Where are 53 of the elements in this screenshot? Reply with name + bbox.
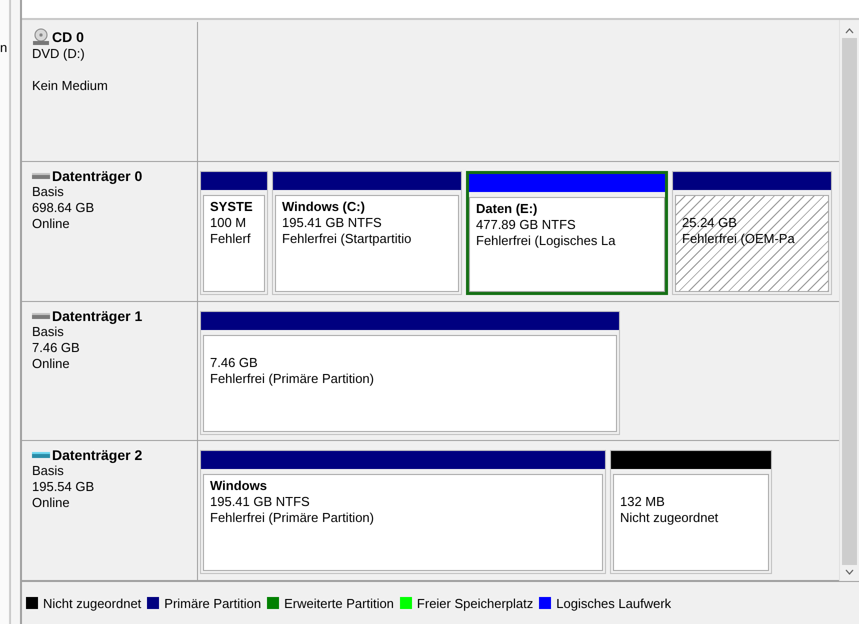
disk-info: Kein Medium — [32, 78, 109, 94]
partition[interactable]: 25.24 GB Fehlerfrei (OEM-Pa — [672, 170, 832, 295]
partition[interactable]: Windows 195.41 GB NTFS Fehlerfrei (Primäre Partition) — [200, 450, 606, 574]
disk-info: DVD (D:) — [32, 46, 86, 62]
disk-info: Online — [32, 216, 71, 232]
partition-status: Fehlerfrei (Logisches La — [476, 232, 616, 249]
disk-info: 195.54 GB — [32, 479, 96, 496]
partition-size: 100 M — [210, 214, 248, 231]
partition[interactable]: SYSTE 100 M Fehlerf — [200, 170, 268, 295]
legend-label: Freier Speicherplatz — [416, 596, 534, 610]
optical-drive-icon — [32, 28, 50, 46]
disk-name: Datenträger 0 — [52, 168, 142, 184]
partition[interactable]: 7.46 GB Fehlerfrei (Primäre Partition) — [200, 310, 620, 434]
scroll-down-icon[interactable] — [845, 569, 854, 575]
partition[interactable]: Daten (E:) 477.89 GB NTFS Fehlerfrei (Logisches La — [466, 170, 668, 295]
partition-title: Daten (E:) — [476, 200, 538, 217]
partition-status: Fehlerfrei (OEM-Pa — [682, 230, 796, 247]
disk-info: Basis — [32, 463, 65, 480]
legend-label: Nicht zugeordnet — [43, 596, 142, 610]
partition-size: 25.24 GB — [682, 214, 738, 231]
partition-status: Nicht zugeordnet — [620, 510, 720, 526]
partition-size: 132 MB — [620, 494, 666, 510]
scrollbar[interactable] — [839, 20, 859, 581]
partition[interactable]: 132 MB Nicht zugeordnet — [610, 450, 772, 574]
disk-info: Basis — [32, 184, 64, 200]
disk-info: Online — [32, 356, 71, 372]
drive-icon — [32, 172, 50, 180]
partition-title: Windows — [210, 478, 268, 494]
partition-size: 195.41 GB NTFS — [282, 214, 383, 231]
disk-name: Datenträger 1 — [52, 308, 142, 324]
legend-label: Logisches Laufwerk — [556, 596, 672, 610]
partition-title: SYSTE — [210, 198, 254, 215]
partition-size: 7.46 GB — [210, 354, 259, 370]
legend-label: Erweiterte Partition — [284, 596, 394, 610]
partition-size: 195.41 GB NTFS — [210, 494, 311, 510]
partition-status: Fehlerfrei (Primäre Partition) — [210, 370, 375, 386]
disk-info: Basis — [32, 324, 64, 340]
drive-icon — [32, 312, 50, 320]
partition-title: Windows (C:) — [282, 198, 366, 215]
disk-info: 7.46 GB — [32, 340, 81, 356]
drive-icon — [32, 451, 50, 460]
partition[interactable]: Windows (C:) 195.41 GB NTFS Fehlerfrei (Startpartitio — [272, 170, 462, 295]
legend-label: Primäre Partition — [164, 596, 262, 610]
disk-info: Online — [32, 495, 71, 512]
disk-name: Datenträger 2 — [52, 447, 142, 464]
scroll-up-icon[interactable] — [845, 28, 854, 34]
disk-name: CD 0 — [52, 29, 84, 45]
partition-status: Fehlerf — [210, 230, 252, 247]
partition-status: Fehlerfrei (Startpartitio — [282, 230, 412, 247]
partition-status: Fehlerfrei (Primäre Partition) — [210, 510, 375, 526]
partition-size: 477.89 GB NTFS — [476, 216, 577, 233]
disk-info: 698.64 GB — [32, 200, 96, 216]
pane-text: n — [0, 40, 8, 55]
